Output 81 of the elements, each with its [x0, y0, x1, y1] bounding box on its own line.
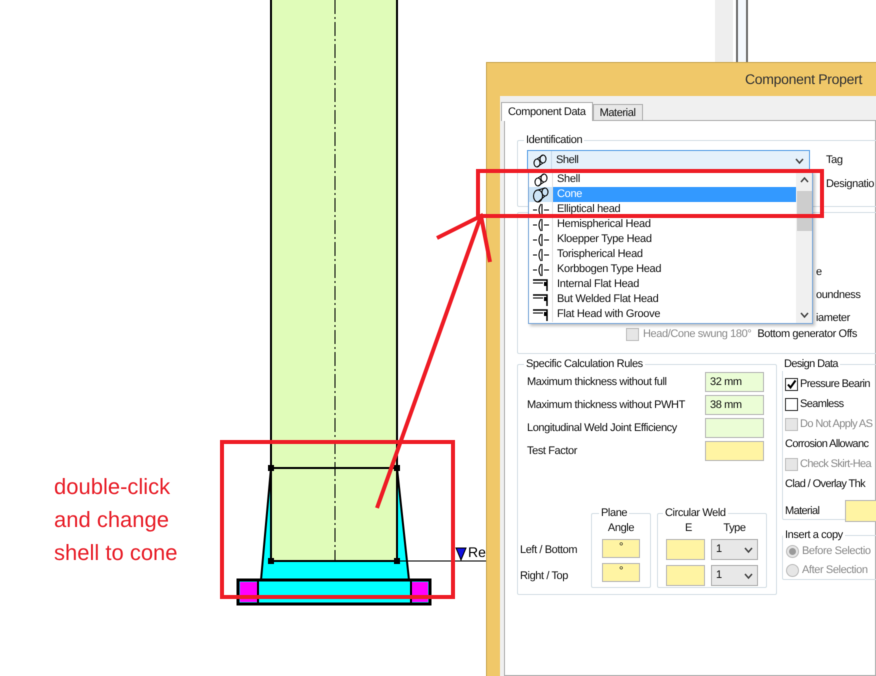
shell-icon	[530, 154, 548, 168]
list-item[interactable]: Elliptical head	[529, 202, 796, 217]
field-label: Test Factor	[527, 444, 578, 459]
head-icon	[532, 202, 550, 216]
text-field[interactable]: 32 mm	[705, 372, 764, 392]
column-header: Type	[722, 521, 747, 536]
window-title: Component Propert	[745, 70, 862, 89]
group-title: Specific Calculation Rules	[525, 357, 644, 371]
shell-icon	[532, 172, 550, 186]
group-title: Identification	[525, 133, 584, 147]
field-label: Corrosion Allowanc	[785, 436, 868, 452]
list-item[interactable]: Hemispherical Head	[529, 217, 796, 232]
list-item[interactable]: Internal Flat Head	[529, 277, 796, 292]
chevron-down-icon	[795, 158, 804, 164]
head-icon	[532, 218, 550, 232]
field-label: Maximum thickness without full	[527, 374, 668, 390]
list-item[interactable]: Korbbogen Type Head	[529, 262, 796, 277]
weld-efficiency-field[interactable]	[666, 565, 705, 586]
component-type-dropdown[interactable]: Shell	[527, 150, 810, 171]
angle-field[interactable]: °	[602, 539, 640, 558]
group-title: Design Data	[783, 357, 840, 371]
field-label: Material	[785, 504, 820, 519]
tab[interactable]: Component Data	[501, 102, 593, 121]
chevron-down-icon	[744, 546, 753, 552]
head-icon	[532, 232, 550, 246]
scrollbar[interactable]	[796, 172, 812, 323]
group-title: Plane	[600, 506, 628, 520]
field-label: Clad / Overlay Thk	[785, 476, 866, 492]
node-marker-icon	[394, 465, 400, 471]
cone-icon	[532, 186, 550, 202]
text-field[interactable]	[705, 418, 764, 438]
field-label: Maximum thickness without PWHT	[527, 398, 686, 413]
weld-type-dropdown[interactable]: 1	[711, 565, 758, 586]
chevron-down-icon	[800, 312, 808, 318]
field-label: Longitudinal Weld Joint Efficiency	[527, 420, 678, 436]
field-label: oundness	[816, 288, 862, 303]
column-header: E	[684, 521, 693, 536]
row-label: Right / Top	[520, 569, 569, 584]
node-marker-icon	[394, 558, 400, 564]
checkbox-label: Do Not Apply AS	[800, 416, 872, 432]
chevron-down-icon	[744, 572, 753, 578]
text-field[interactable]	[705, 441, 764, 461]
list-item[interactable]: Torispherical Head	[529, 247, 796, 262]
field-label: Designatio	[826, 177, 875, 192]
list-item[interactable]: Kloepper Type Head	[529, 232, 796, 247]
weld-type-dropdown[interactable]: 1	[711, 539, 758, 560]
tab[interactable]: Material	[592, 104, 642, 120]
node-marker-icon	[268, 558, 274, 564]
list-item[interactable]: Flat Head with Groove	[529, 307, 796, 322]
radio-label: Before Selectio	[802, 544, 871, 560]
annotation-text: double-click and change shell to cone	[54, 473, 179, 567]
group-title: Insert a copy	[784, 528, 844, 542]
level-marker-icon	[455, 548, 467, 562]
flat-head-icon	[532, 278, 550, 292]
row-label: Left / Bottom	[520, 543, 578, 558]
checkbox-label: Head/Cone swung 180°	[643, 327, 752, 342]
field-label: Tag	[826, 153, 844, 168]
scrollbar-thumb[interactable]	[796, 191, 812, 231]
window-frame-drawing	[715, 0, 748, 62]
field-label: e	[816, 265, 823, 280]
flat-head-icon	[532, 308, 550, 322]
checkbox[interactable]	[785, 398, 798, 410]
chevron-up-icon	[800, 177, 808, 183]
checkbox-label: Check Skirt-Hea	[800, 456, 872, 472]
radio-label: After Selection	[802, 563, 868, 578]
field-label: Bottom generator Offs	[757, 327, 857, 342]
checkbox[interactable]	[785, 378, 798, 390]
checkbox-label: Seamless	[800, 396, 844, 412]
column-header: Angle	[606, 521, 636, 536]
group-title: Circular Weld	[664, 506, 727, 520]
weld-efficiency-field[interactable]	[666, 539, 705, 560]
field-label: iameter	[816, 311, 852, 326]
head-icon	[532, 248, 550, 262]
text-field[interactable]: 38 mm	[705, 395, 764, 415]
list-item[interactable]: But Welded Flat Head	[529, 292, 796, 307]
checkbox-label: Pressure Bearin	[800, 376, 870, 392]
node-marker-icon	[268, 465, 274, 471]
flat-head-icon	[532, 292, 550, 306]
reference-label: Re	[468, 545, 486, 559]
angle-field[interactable]: °	[602, 563, 640, 582]
head-icon	[532, 262, 550, 276]
